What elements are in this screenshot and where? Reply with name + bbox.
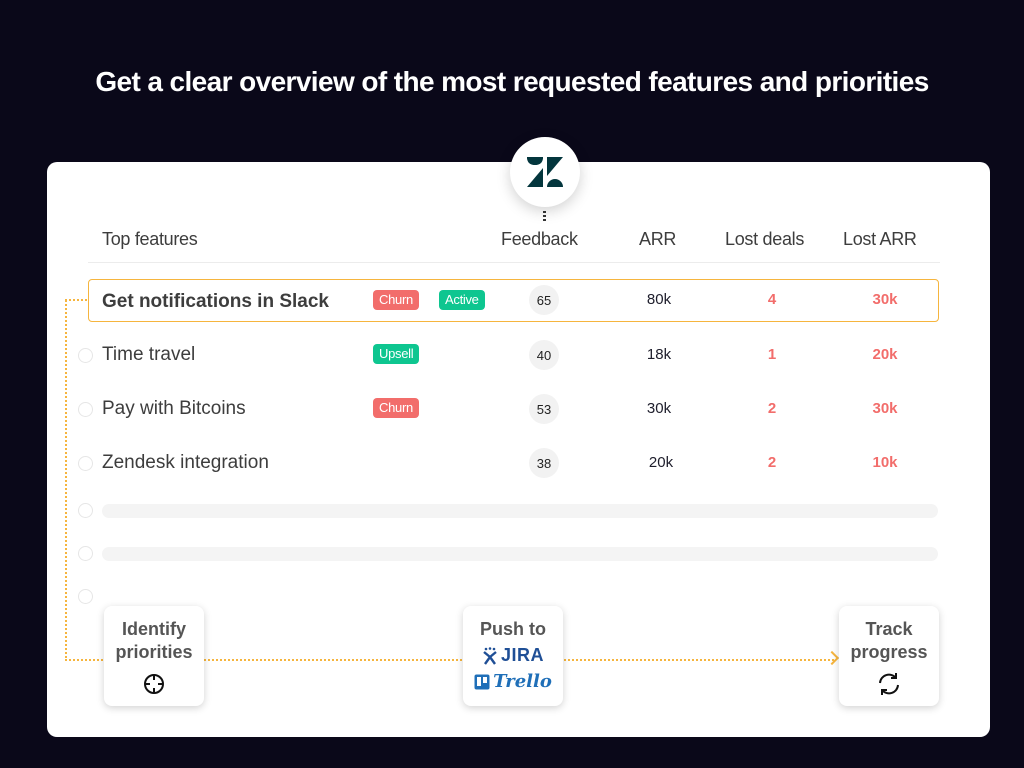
trello-logo[interactable]: Trello bbox=[463, 670, 563, 693]
step-title: Push to bbox=[480, 619, 546, 639]
feedback-count: 65 bbox=[529, 285, 559, 315]
step-track-progress: Track progress bbox=[839, 606, 939, 706]
tag-churn: Churn bbox=[373, 290, 419, 310]
lost-deals-value: 4 bbox=[767, 291, 777, 308]
step-title: Track bbox=[865, 619, 913, 639]
sync-icon bbox=[839, 672, 939, 696]
feature-name[interactable]: Zendesk integration bbox=[102, 452, 269, 474]
feature-name[interactable]: Pay with Bitcoins bbox=[102, 398, 246, 420]
tag-upsell: Upsell bbox=[373, 344, 420, 364]
header-feedback[interactable]: Feedback bbox=[501, 229, 578, 250]
crosshair-icon bbox=[104, 672, 204, 696]
header-lost-arr[interactable]: Lost ARR bbox=[843, 229, 917, 250]
flow-line bbox=[65, 659, 105, 661]
lost-deals-value: 2 bbox=[767, 400, 777, 417]
step-title: Identify bbox=[121, 619, 186, 639]
zendesk-icon bbox=[527, 157, 563, 187]
lost-arr-value: 20k bbox=[872, 346, 898, 363]
row-select-radio[interactable] bbox=[78, 402, 93, 417]
feedback-count: 40 bbox=[529, 340, 559, 370]
feature-name[interactable]: Get notifications in Slack bbox=[102, 291, 329, 313]
arr-value: 18k bbox=[646, 346, 672, 363]
arr-value: 20k bbox=[648, 454, 674, 471]
flow-line bbox=[65, 300, 67, 660]
row-select-radio[interactable] bbox=[78, 589, 93, 604]
arr-value: 80k bbox=[646, 291, 672, 308]
step-push-to: Push to JIRA Trello bbox=[463, 606, 563, 706]
trello-label: Trello bbox=[493, 671, 552, 692]
tag-active: Active bbox=[439, 290, 485, 310]
jira-icon bbox=[483, 646, 497, 665]
header-top-features: Top features bbox=[102, 229, 198, 249]
lost-arr-value: 10k bbox=[872, 454, 898, 471]
header-lost-deals[interactable]: Lost deals bbox=[725, 229, 804, 250]
jira-logo[interactable]: JIRA bbox=[463, 644, 563, 667]
step-title: priorities bbox=[115, 642, 193, 662]
zendesk-logo bbox=[510, 137, 580, 207]
jira-label: JIRA bbox=[500, 645, 544, 665]
arr-value: 30k bbox=[646, 400, 672, 417]
header-divider bbox=[88, 262, 940, 263]
feedback-count: 53 bbox=[529, 394, 559, 424]
flow-line bbox=[65, 299, 88, 301]
feedback-count: 38 bbox=[529, 448, 559, 478]
header-arr[interactable]: ARR bbox=[639, 229, 676, 250]
step-title: progress bbox=[850, 642, 928, 662]
lost-arr-value: 30k bbox=[872, 400, 898, 417]
step-identify-priorities: Identify priorities bbox=[104, 606, 204, 706]
headline: Get a clear overview of the most request… bbox=[95, 66, 929, 97]
row-select-radio[interactable] bbox=[78, 546, 93, 561]
connector-dots bbox=[543, 211, 546, 223]
placeholder-row bbox=[102, 504, 938, 518]
feature-name[interactable]: Time travel bbox=[102, 344, 195, 366]
row-select-radio[interactable] bbox=[78, 503, 93, 518]
lost-deals-value: 2 bbox=[767, 454, 777, 471]
row-select-radio[interactable] bbox=[78, 456, 93, 471]
lost-arr-value: 30k bbox=[872, 291, 898, 308]
placeholder-row bbox=[102, 547, 938, 561]
trello-icon bbox=[474, 674, 490, 689]
lost-deals-value: 1 bbox=[767, 346, 777, 363]
flow-line bbox=[564, 659, 834, 661]
row-select-radio[interactable] bbox=[78, 348, 93, 363]
flow-line bbox=[204, 659, 462, 661]
tag-churn: Churn bbox=[373, 398, 419, 418]
